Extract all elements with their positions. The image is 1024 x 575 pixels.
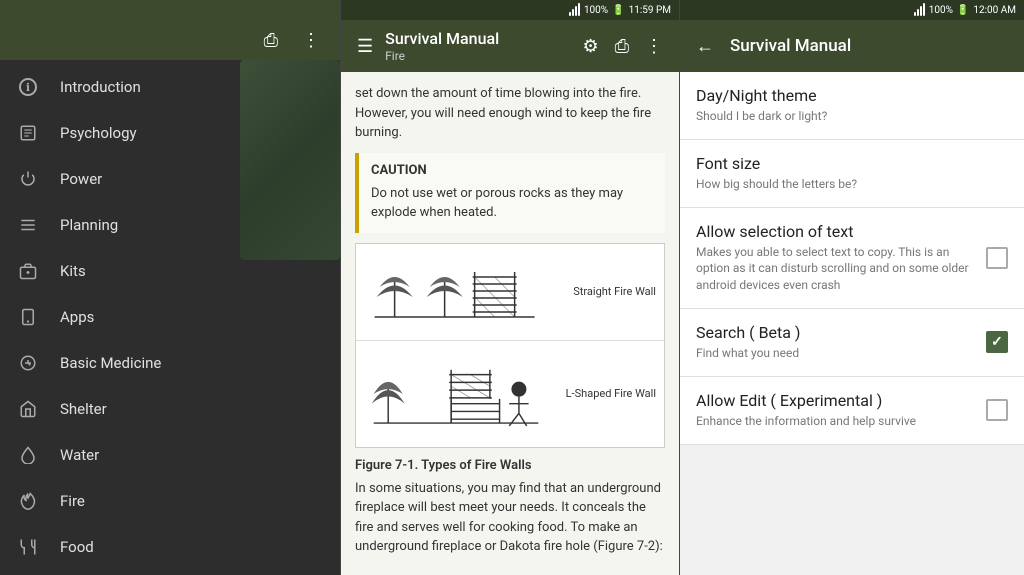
settings-item-text: Allow selection of text Makes you able t… [696,222,986,294]
clock-settings: 12:00 AM [973,5,1016,16]
content-header: ☰ Survival Manual Fire ⚙ ⎙ ⋮ [341,20,679,72]
psychology-icon [16,121,40,145]
info-icon: ℹ [16,75,40,99]
content-panel: 100%🔋 11:59 PM ☰ Survival Manual Fire ⚙ … [340,0,680,575]
kits-icon [16,259,40,283]
sidebar-item-label: Kits [60,262,86,280]
settings-panel: 100%🔋 12:00 AM ← Survival Manual Day/Nig… [680,0,1024,575]
fire-wall-l-shaped: L-Shaped Fire Wall [356,341,664,447]
settings-item-text: Font size How big should the letters be? [696,154,1008,193]
sidebar-item-label: Basic Medicine [60,354,161,372]
settings-item-title: Font size [696,154,996,173]
sidebar-item-apps[interactable]: Apps [0,294,340,340]
settings-item-title: Allow selection of text [696,222,974,241]
caution-box: CAUTION Do not use wet or porous rocks a… [355,153,665,233]
settings-item-text: Search ( Beta ) Find what you need [696,323,986,362]
sidebar-item-label: Psychology [60,124,137,142]
l-shaped-fire-wall-svg [364,349,558,439]
settings-item-subtitle: Find what you need [696,345,974,362]
settings-item-title: Search ( Beta ) [696,323,974,342]
status-bar-content: 100%🔋 11:59 PM [341,0,679,20]
settings-item-search-beta[interactable]: Search ( Beta ) Find what you need [680,309,1024,377]
signal-icon [569,4,580,16]
navigation-panel: 100%🔋 11:59 PM ⎙ ⋮ ℹ Introduction [0,0,340,575]
sidebar-item-label: Food [60,538,94,556]
body-text: In some situations, you may find that an… [355,479,665,557]
sidebar-item-label: Apps [60,308,94,326]
settings-item-text: Allow Edit ( Experimental ) Enhance the … [696,391,986,430]
hamburger-icon[interactable]: ☰ [353,32,377,61]
medicine-icon [16,351,40,375]
fire-icon [16,489,40,513]
nav-background-image [240,60,340,260]
status-bar-settings: 100%🔋 12:00 AM [680,0,1024,20]
power-icon [16,167,40,191]
sidebar-item-label: Power [60,170,102,188]
settings-body: Day/Night theme Should I be dark or ligh… [680,72,1024,575]
fire-wall-straight-label: Straight Fire Wall [573,285,656,298]
allow-edit-checkbox[interactable] [986,399,1008,421]
nav-header-icons: ⎙ ⋮ [260,26,324,55]
sidebar-item-label: Planning [60,216,118,234]
water-icon [16,443,40,467]
signal-icon [914,4,925,16]
sidebar-item-fire[interactable]: Fire [0,478,340,524]
settings-item-subtitle: Should I be dark or light? [696,108,996,125]
sidebar-item-plants[interactable]: Plants [0,570,340,575]
settings-item-title: Day/Night theme [696,86,996,105]
sidebar-item-shelter[interactable]: Shelter [0,386,340,432]
content-header-title: Survival Manual Fire [385,29,570,62]
settings-item-allow-selection[interactable]: Allow selection of text Makes you able t… [680,208,1024,309]
sidebar-item-food[interactable]: Food [0,524,340,570]
content-subtitle: Fire [385,49,570,63]
settings-item-text: Day/Night theme Should I be dark or ligh… [696,86,1008,125]
more-icon[interactable]: ⋮ [641,32,667,61]
shelter-icon [16,397,40,421]
settings-icon[interactable]: ⚙ [578,32,602,61]
fire-wall-l-shaped-label: L-Shaped Fire Wall [566,387,656,400]
settings-item-font-size[interactable]: Font size How big should the letters be? [680,140,1024,208]
clock-content: 11:59 PM [629,5,671,16]
search-beta-checkbox[interactable] [986,331,1008,353]
food-icon [16,535,40,559]
more-icon[interactable]: ⋮ [298,26,324,55]
settings-item-title: Allow Edit ( Experimental ) [696,391,974,410]
sidebar-item-label: Introduction [60,78,141,96]
settings-item-subtitle: Makes you able to select text to copy. T… [696,244,974,294]
share-icon[interactable]: ⎙ [260,26,282,55]
caution-title: CAUTION [371,163,653,178]
figure-caption: Figure 7-1. Types of Fire Walls [355,458,665,473]
settings-item-subtitle: How big should the letters be? [696,176,996,193]
settings-item-subtitle: Enhance the information and help survive [696,413,974,430]
share-icon[interactable]: ⎙ [611,32,633,61]
settings-header: ← Survival Manual [680,20,1024,72]
sidebar-item-basic-medicine[interactable]: Basic Medicine [0,340,340,386]
settings-item-allow-edit[interactable]: Allow Edit ( Experimental ) Enhance the … [680,377,1024,445]
allow-selection-checkbox[interactable] [986,247,1008,269]
intro-text: set down the amount of time blowing into… [355,84,665,143]
sidebar-item-label: Fire [60,492,85,510]
back-icon[interactable]: ← [692,32,718,61]
sidebar-item-label: Shelter [60,400,107,418]
settings-title: Survival Manual [730,36,851,56]
straight-fire-wall-svg [364,252,565,332]
planning-icon [16,213,40,237]
apps-icon [16,305,40,329]
nav-header: ⎙ ⋮ [0,0,340,60]
content-title: Survival Manual [385,29,570,48]
sidebar-item-water[interactable]: Water [0,432,340,478]
fire-wall-straight: Straight Fire Wall [356,244,664,341]
content-body[interactable]: set down the amount of time blowing into… [341,72,679,575]
battery-status: 100% [584,5,608,16]
fire-walls-images: Straight Fire Wall [355,243,665,448]
caution-text: Do not use wet or porous rocks as they m… [371,184,653,223]
battery-status: 100% [929,5,953,16]
settings-item-day-night-theme[interactable]: Day/Night theme Should I be dark or ligh… [680,72,1024,140]
sidebar-item-label: Water [60,446,99,464]
